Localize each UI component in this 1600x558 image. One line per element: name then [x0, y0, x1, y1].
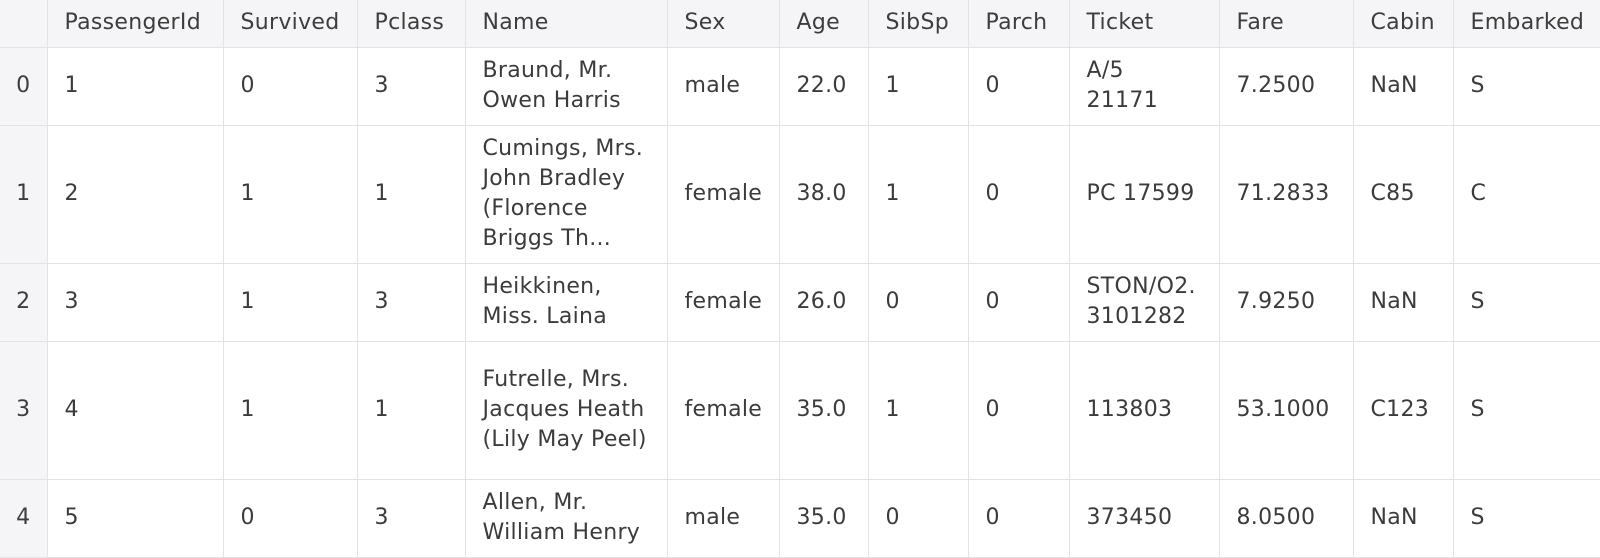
column-header-age[interactable]: Age [779, 0, 869, 48]
table-row: 0 1 0 3 Braund, Mr. Owen Harris male 22.… [0, 47, 1600, 126]
column-header-passengerid[interactable]: PassengerId [47, 0, 224, 48]
cell-ticket[interactable]: 113803 [1069, 341, 1220, 480]
column-header-cabin[interactable]: Cabin [1353, 0, 1454, 48]
cell-cabin[interactable]: NaN [1353, 479, 1454, 558]
row-index: 3 [0, 341, 48, 480]
cell-fare[interactable]: 71.2833 [1219, 125, 1354, 264]
cell-embarked[interactable]: S [1453, 479, 1600, 558]
row-index: 4 [0, 479, 48, 558]
table-row: 4 5 0 3 Allen, Mr. William Henry male 35… [0, 479, 1600, 558]
cell-name[interactable]: Braund, Mr. Owen Harris [465, 47, 668, 126]
column-header-ticket[interactable]: Ticket [1069, 0, 1220, 48]
cell-sibsp[interactable]: 1 [868, 341, 969, 480]
row-index: 1 [0, 125, 48, 264]
cell-fare[interactable]: 53.1000 [1219, 341, 1354, 480]
cell-sex[interactable]: male [667, 479, 780, 558]
cell-ticket[interactable]: A/5 21171 [1069, 47, 1220, 126]
cell-pclass[interactable]: 3 [357, 47, 466, 126]
cell-parch[interactable]: 0 [968, 479, 1070, 558]
cell-passengerid[interactable]: 2 [47, 125, 224, 264]
cell-passengerid[interactable]: 4 [47, 341, 224, 480]
cell-ticket[interactable]: STON/O2. 3101282 [1069, 263, 1220, 342]
column-header-sex[interactable]: Sex [667, 0, 780, 48]
column-header-survived[interactable]: Survived [223, 0, 358, 48]
cell-survived[interactable]: 1 [223, 341, 358, 480]
cell-name[interactable]: Allen, Mr. William Henry [465, 479, 668, 558]
column-header-name[interactable]: Name [465, 0, 668, 48]
cell-embarked[interactable]: S [1453, 47, 1600, 126]
cell-ticket[interactable]: PC 17599 [1069, 125, 1220, 264]
cell-fare[interactable]: 7.2500 [1219, 47, 1354, 126]
cell-pclass[interactable]: 1 [357, 125, 466, 264]
cell-cabin[interactable]: C85 [1353, 125, 1454, 264]
cell-age[interactable]: 22.0 [779, 47, 869, 126]
cell-survived[interactable]: 1 [223, 125, 358, 264]
cell-sibsp[interactable]: 1 [868, 47, 969, 126]
cell-name[interactable]: Futrelle, Mrs. Jacques Heath (Lily May P… [465, 341, 668, 480]
cell-parch[interactable]: 0 [968, 341, 1070, 480]
table-row: 3 4 1 1 Futrelle, Mrs. Jacques Heath (Li… [0, 341, 1600, 480]
column-header-pclass[interactable]: Pclass [357, 0, 466, 48]
cell-sex[interactable]: female [667, 341, 780, 480]
header-row: PassengerId Survived Pclass Name Sex Age… [0, 0, 1600, 48]
cell-sex[interactable]: female [667, 125, 780, 264]
cell-parch[interactable]: 0 [968, 263, 1070, 342]
cell-passengerid[interactable]: 3 [47, 263, 224, 342]
cell-parch[interactable]: 0 [968, 47, 1070, 126]
cell-name[interactable]: Heikkinen, Miss. Laina [465, 263, 668, 342]
cell-passengerid[interactable]: 1 [47, 47, 224, 126]
cell-cabin[interactable]: NaN [1353, 47, 1454, 126]
cell-ticket[interactable]: 373450 [1069, 479, 1220, 558]
cell-cabin[interactable]: C123 [1353, 341, 1454, 480]
cell-embarked[interactable]: S [1453, 341, 1600, 480]
row-index: 2 [0, 263, 48, 342]
cell-age[interactable]: 38.0 [779, 125, 869, 264]
cell-cabin[interactable]: NaN [1353, 263, 1454, 342]
dataframe-table: PassengerId Survived Pclass Name Sex Age… [0, 0, 1600, 558]
cell-fare[interactable]: 8.0500 [1219, 479, 1354, 558]
cell-sibsp[interactable]: 0 [868, 479, 969, 558]
cell-survived[interactable]: 0 [223, 479, 358, 558]
cell-pclass[interactable]: 3 [357, 263, 466, 342]
index-column-header [0, 0, 48, 48]
column-header-embarked[interactable]: Embarked [1453, 0, 1600, 48]
cell-passengerid[interactable]: 5 [47, 479, 224, 558]
cell-pclass[interactable]: 1 [357, 341, 466, 480]
cell-embarked[interactable]: C [1453, 125, 1600, 264]
cell-sibsp[interactable]: 1 [868, 125, 969, 264]
cell-age[interactable]: 26.0 [779, 263, 869, 342]
cell-sex[interactable]: female [667, 263, 780, 342]
cell-sex[interactable]: male [667, 47, 780, 126]
column-header-parch[interactable]: Parch [968, 0, 1070, 48]
column-header-fare[interactable]: Fare [1219, 0, 1354, 48]
cell-name[interactable]: Cumings, Mrs. John Bradley (Florence Bri… [465, 125, 668, 264]
cell-age[interactable]: 35.0 [779, 479, 869, 558]
cell-sibsp[interactable]: 0 [868, 263, 969, 342]
row-index: 0 [0, 47, 48, 126]
cell-fare[interactable]: 7.9250 [1219, 263, 1354, 342]
cell-pclass[interactable]: 3 [357, 479, 466, 558]
column-header-sibsp[interactable]: SibSp [868, 0, 969, 48]
cell-survived[interactable]: 0 [223, 47, 358, 126]
table-row: 2 3 1 3 Heikkinen, Miss. Laina female 26… [0, 263, 1600, 342]
cell-age[interactable]: 35.0 [779, 341, 869, 480]
cell-embarked[interactable]: S [1453, 263, 1600, 342]
cell-survived[interactable]: 1 [223, 263, 358, 342]
dataframe-view: PassengerId Survived Pclass Name Sex Age… [0, 0, 1600, 558]
cell-parch[interactable]: 0 [968, 125, 1070, 264]
table-row: 1 2 1 1 Cumings, Mrs. John Bradley (Flor… [0, 125, 1600, 264]
